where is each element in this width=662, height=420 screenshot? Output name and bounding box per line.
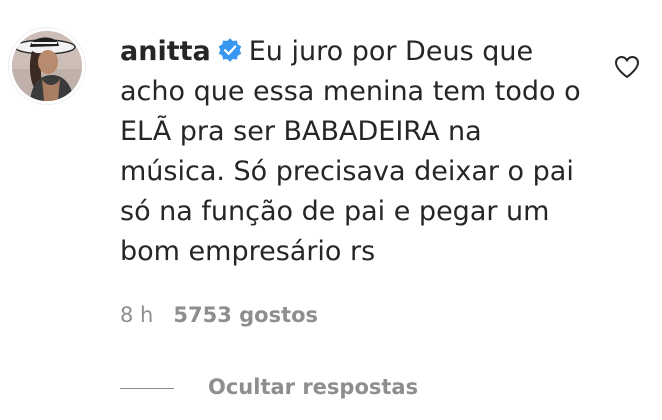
heart-outline-icon bbox=[615, 56, 639, 78]
username-link[interactable]: anitta bbox=[120, 36, 211, 67]
avatar-image bbox=[12, 31, 82, 101]
comment-line-1: Eu juro por Deus que bbox=[248, 36, 534, 67]
comment-text: anitta Eu juro por Deus que acho que ess… bbox=[120, 32, 590, 272]
replies-divider bbox=[120, 387, 174, 389]
comment-first-line: anitta Eu juro por Deus que bbox=[120, 32, 590, 72]
comment-line-5: só na função de pai e pegar um bbox=[120, 196, 550, 227]
comment-time[interactable]: 8 h bbox=[120, 303, 153, 327]
comment-line-6: bom empresário rs bbox=[120, 236, 376, 267]
verified-badge-icon bbox=[218, 38, 241, 62]
avatar[interactable] bbox=[8, 27, 86, 105]
avatar-photo bbox=[12, 31, 82, 101]
comment-meta: 8 h 5753 gostos bbox=[120, 299, 318, 331]
comment: anitta Eu juro por Deus que acho que ess… bbox=[0, 0, 662, 420]
likes-count[interactable]: 5753 gostos bbox=[173, 303, 318, 327]
hide-replies-button[interactable]: Ocultar respostas bbox=[120, 371, 418, 403]
hide-replies-label: Ocultar respostas bbox=[208, 375, 419, 399]
like-button[interactable] bbox=[614, 55, 640, 79]
comment-line-2: acho que essa menina tem todo o bbox=[120, 76, 581, 107]
comment-line-4: música. Só precisava deixar o pai bbox=[120, 156, 574, 187]
comment-line-3: ELÃ pra ser BABADEIRA na bbox=[120, 116, 482, 147]
